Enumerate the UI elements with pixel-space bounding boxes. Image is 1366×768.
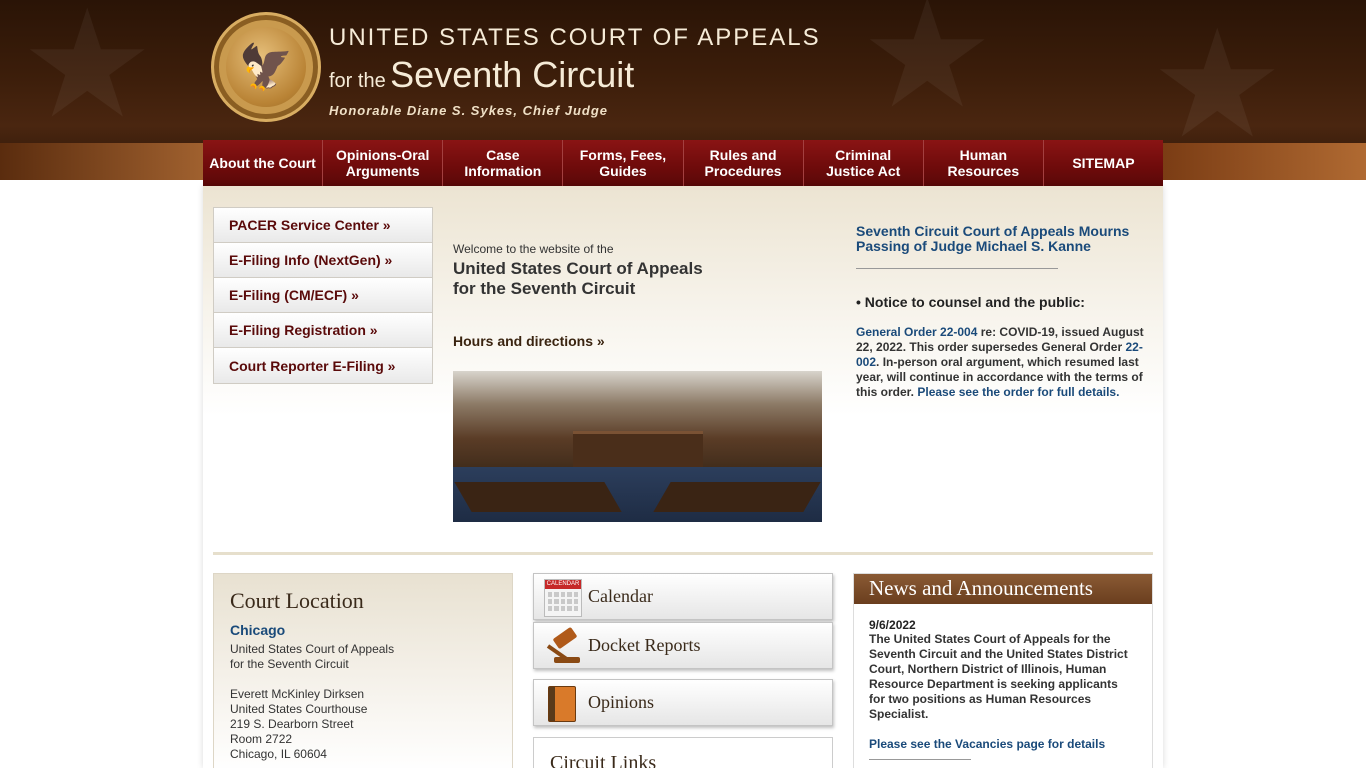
- full-details-link[interactable]: Please see the order for full details.: [917, 385, 1119, 399]
- background-star-icon: ★: [1150, 0, 1285, 172]
- efiling-cmecf-link[interactable]: E-Filing (CM/ECF) »: [214, 278, 432, 313]
- chicago-link[interactable]: Chicago: [230, 622, 496, 638]
- hours-and-directions-link[interactable]: Hours and directions »: [453, 333, 605, 349]
- welcome-title-line2: for the Seventh Circuit: [453, 279, 636, 298]
- calendar-button[interactable]: CALENDAR Calendar: [533, 573, 833, 620]
- vacancies-link[interactable]: Please see the Vacancies page for detail…: [869, 737, 1137, 751]
- court-circuit-name: Seventh Circuit: [390, 54, 635, 95]
- main-content: PACER Service Center » E-Filing Info (Ne…: [203, 186, 1163, 768]
- welcome-intro: Welcome to the website of the: [453, 242, 614, 256]
- docket-reports-button[interactable]: Docket Reports: [533, 622, 833, 669]
- kanne-memorial-link[interactable]: Seventh Circuit Court of Appeals Mourns …: [856, 224, 1146, 254]
- address-line: 219 S. Dearborn Street: [230, 717, 354, 731]
- address-line: United States Court of Appeals: [230, 642, 395, 656]
- nav-criminal-justice-act[interactable]: Criminal Justice Act: [803, 140, 924, 186]
- address-line: Everett McKinley Dirksen: [230, 687, 365, 701]
- courtroom-seats-left: [454, 482, 622, 512]
- nav-forms-fees-guides[interactable]: Forms, Fees, Guides: [563, 140, 684, 186]
- nav-about-the-court[interactable]: About the Court: [203, 140, 324, 186]
- courtroom-bench: [573, 431, 703, 467]
- gavel-icon: [534, 624, 588, 668]
- eagle-icon: 🦅: [238, 43, 294, 92]
- nav-rules-and-procedures[interactable]: Rules and Procedures: [683, 140, 804, 186]
- courtroom-seats-right: [653, 482, 821, 512]
- divider-rule: [856, 268, 1058, 269]
- address-line: for the Seventh Circuit: [230, 657, 349, 671]
- opinions-button[interactable]: Opinions: [533, 679, 833, 726]
- efiling-info-nextgen-link[interactable]: E-Filing Info (NextGen) »: [214, 243, 432, 278]
- quicklinks: PACER Service Center » E-Filing Info (Ne…: [213, 207, 433, 384]
- calendar-icon: CALENDAR: [534, 575, 588, 619]
- efiling-registration-link[interactable]: E-Filing Registration »: [214, 313, 432, 348]
- welcome-title-line1: United States Court of Appeals: [453, 259, 703, 278]
- general-order-22-004-link[interactable]: General Order 22-004: [856, 325, 977, 339]
- chief-judge: Honorable Diane S. Sykes, Chief Judge: [329, 103, 609, 118]
- pacer-service-center-link[interactable]: PACER Service Center »: [214, 208, 432, 243]
- book-icon: [534, 681, 588, 725]
- background-star-icon: ★: [20, 0, 155, 152]
- main-nav: About the Court Opinions-Oral Arguments …: [203, 140, 1163, 186]
- welcome-title: United States Court of Appeals for the S…: [453, 259, 753, 299]
- calendar-label: Calendar: [588, 586, 653, 606]
- court-seal-icon[interactable]: 🦅: [211, 12, 321, 122]
- nav-sitemap[interactable]: SITEMAP: [1043, 140, 1163, 186]
- news-title: News and Announcements: [854, 574, 1152, 604]
- address-line: Room 2722: [230, 732, 293, 746]
- nav-human-resources[interactable]: Human Resources: [923, 140, 1044, 186]
- court-circuit-prefix: for the: [329, 70, 386, 92]
- opinions-label: Opinions: [588, 692, 655, 712]
- courtroom-photo: [453, 371, 822, 522]
- news-text: The United States Court of Appeals for t…: [869, 632, 1128, 721]
- circuit-links-title: Circuit Links: [550, 752, 657, 768]
- background-star-icon: ★: [860, 0, 995, 142]
- news-date: 9/6/2022: [869, 618, 916, 632]
- court-reporter-efiling-link[interactable]: Court Reporter E-Filing »: [214, 348, 432, 383]
- court-circuit: for the Seventh Circuit: [329, 54, 634, 96]
- court-location-title: Court Location: [230, 588, 364, 613]
- news-divider: [869, 759, 971, 760]
- court-address: United States Court of Appeals for the S…: [230, 642, 496, 762]
- circuit-links-panel: Circuit Links: [533, 737, 833, 768]
- nav-opinions-oral-arguments[interactable]: Opinions-Oral Arguments: [323, 140, 444, 186]
- section-divider: [213, 552, 1153, 555]
- notice-body: General Order 22-004 re: COVID-19, issue…: [856, 325, 1148, 400]
- court-name: UNITED STATES COURT OF APPEALS: [329, 24, 821, 51]
- address-line: United States Courthouse: [230, 702, 368, 716]
- nav-case-information[interactable]: Case Information: [443, 140, 564, 186]
- address-line: Chicago, IL 60604: [230, 747, 327, 761]
- court-location-panel: Court Location Chicago United States Cou…: [213, 573, 513, 768]
- docket-reports-label: Docket Reports: [588, 635, 701, 655]
- calendar-icon-label: CALENDAR: [545, 579, 581, 589]
- notice-heading: • Notice to counsel and the public:: [856, 294, 1085, 310]
- news-panel: News and Announcements 9/6/2022 The Unit…: [853, 573, 1153, 768]
